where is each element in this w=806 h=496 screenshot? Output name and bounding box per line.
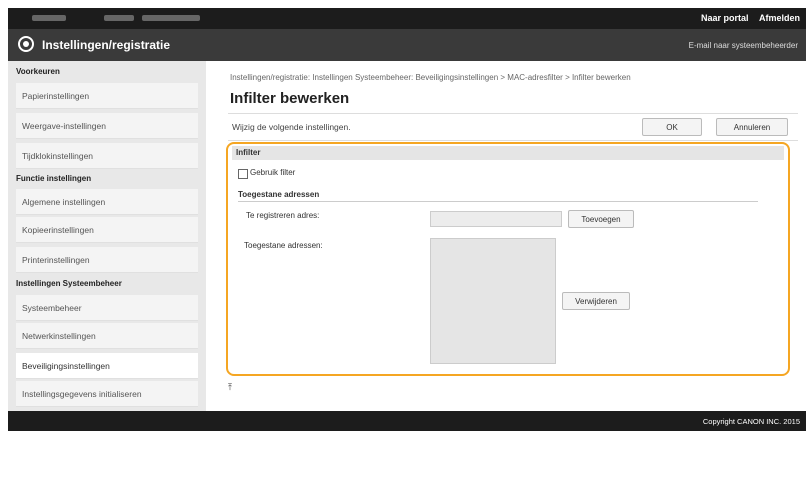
title-bar: Instellingen/registratie E-mail naar sys… xyxy=(8,29,806,61)
sidebar-item-printer[interactable]: Printerinstellingen xyxy=(16,247,198,273)
register-address-input[interactable] xyxy=(430,211,562,227)
instruction-text: Wijzig de volgende instellingen. xyxy=(232,122,351,132)
blurred-device-model xyxy=(104,15,134,21)
copyright-text: Copyright CANON INC. 2015 xyxy=(702,417,800,426)
page-title: Infilter bewerken xyxy=(230,90,350,107)
allowed-addresses-list[interactable] xyxy=(430,238,556,364)
remove-button[interactable]: Verwijderen xyxy=(562,292,630,310)
breadcrumb: Instellingen/registratie: Instellingen S… xyxy=(230,73,631,82)
sidebar-item-timer[interactable]: Tijdklokinstellingen xyxy=(16,143,198,169)
cancel-button[interactable]: Annuleren xyxy=(716,118,788,136)
email-admin-link[interactable]: E-mail naar systeembeheerder xyxy=(689,41,798,50)
portal-link[interactable]: Naar portal xyxy=(701,13,749,23)
allowed-addresses-section-header: Toegestane adressen xyxy=(238,190,758,202)
sidebar-section-preferences: Voorkeuren xyxy=(16,67,60,76)
sidebar: Voorkeuren Papierinstellingen Weergave-i… xyxy=(8,61,206,411)
ok-button[interactable]: OK xyxy=(642,118,702,136)
use-filter-checkbox[interactable] xyxy=(238,169,248,179)
sidebar-item-security[interactable]: Beveiligingsinstellingen xyxy=(16,353,198,379)
sidebar-item-network[interactable]: Netwerkinstellingen xyxy=(16,323,198,349)
logout-link[interactable]: Afmelden xyxy=(759,13,800,23)
blurred-device-info xyxy=(142,15,200,21)
blurred-device-name xyxy=(32,15,66,21)
settings-logo-icon xyxy=(18,36,34,52)
sidebar-item-paper[interactable]: Papierinstellingen xyxy=(16,83,198,109)
add-button[interactable]: Toevoegen xyxy=(568,210,634,228)
sidebar-section-functions: Functie instellingen xyxy=(16,174,92,183)
sidebar-item-display[interactable]: Weergave-instellingen xyxy=(16,113,198,139)
footer: Copyright CANON INC. 2015 xyxy=(8,411,806,431)
top-links: Naar portal Afmelden xyxy=(693,13,800,23)
top-bar: Naar portal Afmelden xyxy=(8,8,806,29)
use-filter-label: Gebruik filter xyxy=(250,168,296,177)
sidebar-item-initialize[interactable]: Instellingsgegevens initialiseren xyxy=(16,381,198,407)
sidebar-item-general[interactable]: Algemene instellingen xyxy=(16,189,198,215)
sidebar-item-system-management[interactable]: Systeembeheer xyxy=(16,295,198,321)
app-title: Instellingen/registratie xyxy=(42,38,171,52)
instruction-bar: Wijzig de volgende instellingen. OK Annu… xyxy=(228,113,798,141)
sidebar-item-copy[interactable]: Kopieerinstellingen xyxy=(16,217,198,243)
allowed-addresses-label: Toegestane adressen: xyxy=(244,241,323,250)
sidebar-section-system: Instellingen Systeembeheer xyxy=(16,279,122,288)
back-to-top-icon[interactable]: ⤒ xyxy=(228,382,232,393)
infilter-section-header: Infilter xyxy=(232,146,784,160)
register-address-label: Te registreren adres: xyxy=(246,211,320,220)
